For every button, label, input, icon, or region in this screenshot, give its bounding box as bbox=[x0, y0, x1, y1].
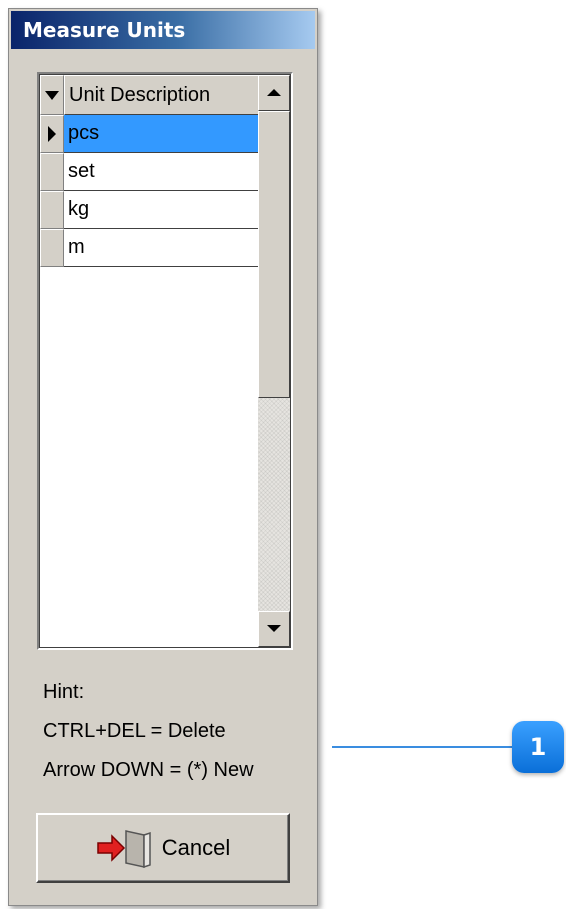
current-row-arrow-icon bbox=[48, 126, 56, 142]
table-row[interactable]: pcs bbox=[40, 115, 260, 153]
column-header-unit-description[interactable]: Unit Description bbox=[64, 75, 260, 115]
row-indicator[interactable] bbox=[40, 229, 64, 267]
grid-rows: pcs set kg m bbox=[40, 115, 260, 267]
dropdown-arrow-icon bbox=[45, 90, 59, 100]
grid-header: Unit Description bbox=[40, 75, 260, 115]
cancel-button[interactable]: Cancel bbox=[36, 813, 290, 883]
table-row[interactable]: m bbox=[40, 229, 260, 267]
vertical-scrollbar[interactable] bbox=[258, 75, 290, 647]
row-indicator[interactable] bbox=[40, 191, 64, 229]
row-indicator[interactable] bbox=[40, 153, 64, 191]
hint-title: Hint: bbox=[43, 681, 85, 703]
window-title: Measure Units bbox=[11, 11, 315, 49]
scroll-up-button[interactable] bbox=[258, 75, 290, 111]
arrow-up-icon bbox=[267, 89, 281, 96]
scroll-down-button[interactable] bbox=[258, 611, 290, 647]
unit-cell[interactable]: m bbox=[64, 229, 260, 267]
exit-door-icon bbox=[97, 830, 151, 869]
row-indicator[interactable] bbox=[40, 115, 64, 153]
units-grid[interactable]: Unit Description pcs set kg m bbox=[37, 72, 293, 650]
unit-cell[interactable]: pcs bbox=[64, 115, 260, 153]
hint-new: Arrow DOWN = (*) New bbox=[43, 759, 254, 781]
callout-line bbox=[332, 746, 516, 748]
unit-cell[interactable]: set bbox=[64, 153, 260, 191]
table-row[interactable]: kg bbox=[40, 191, 260, 229]
unit-cell[interactable]: kg bbox=[64, 191, 260, 229]
arrow-down-icon bbox=[267, 625, 281, 632]
scroll-thumb[interactable] bbox=[258, 111, 290, 398]
column-menu-button[interactable] bbox=[40, 75, 64, 115]
hint-delete: CTRL+DEL = Delete bbox=[43, 720, 226, 742]
table-row[interactable]: set bbox=[40, 153, 260, 191]
callout-badge: 1 bbox=[512, 721, 564, 773]
cancel-button-label: Cancel bbox=[161, 835, 231, 860]
measure-units-window: Measure Units Unit Description pcs set k… bbox=[8, 8, 318, 906]
